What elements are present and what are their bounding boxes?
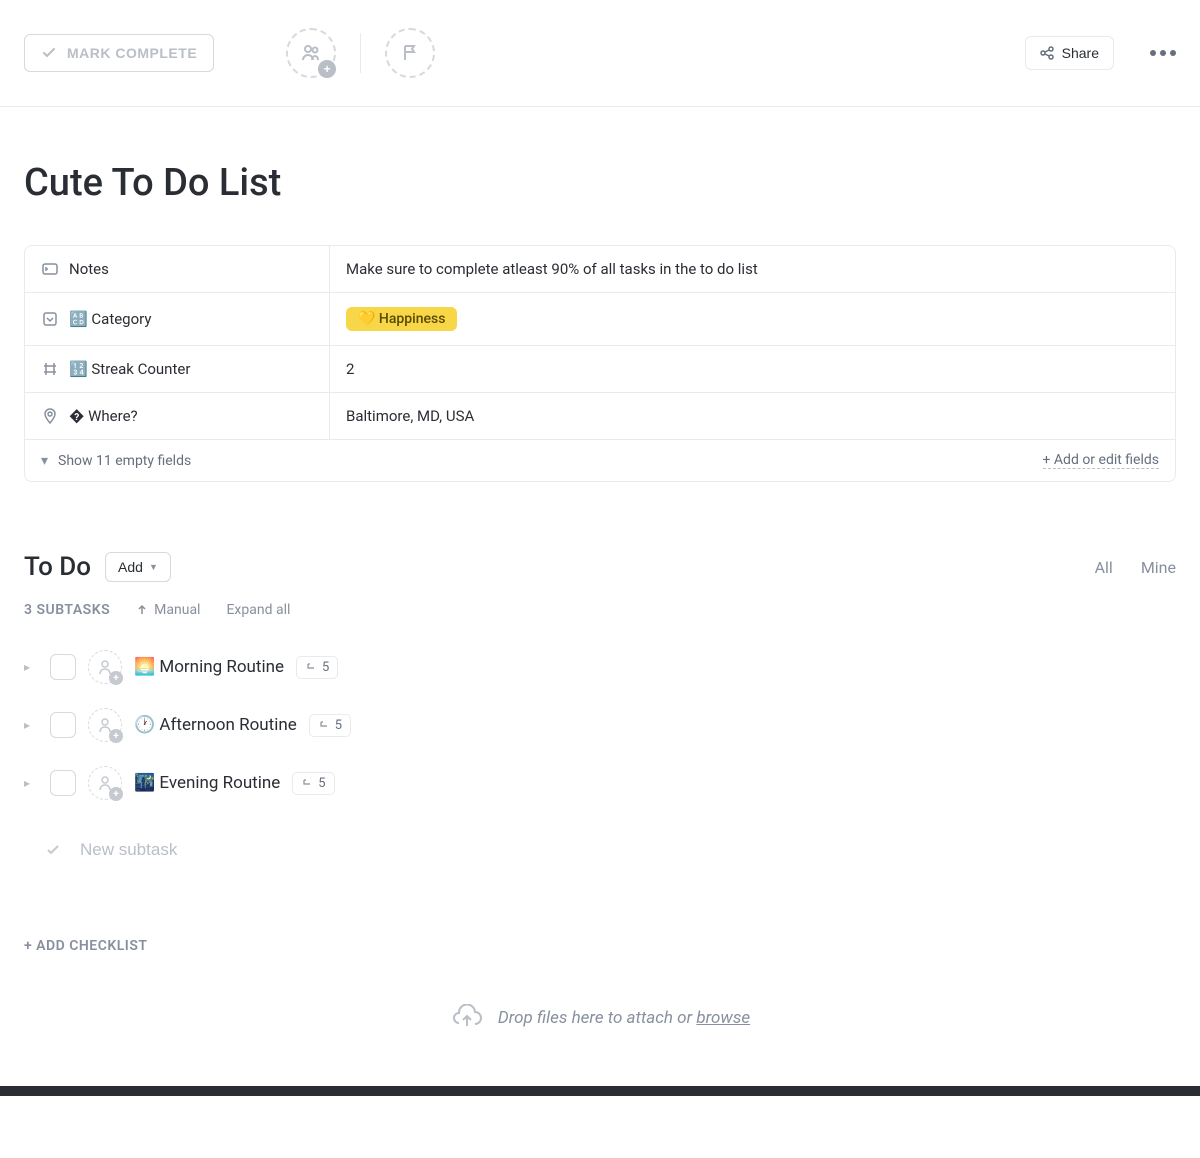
add-task-button[interactable]: Add ▼ <box>105 552 171 582</box>
filter-all-tab[interactable]: All <box>1095 558 1113 577</box>
assignee-button[interactable]: + <box>88 650 122 684</box>
task-title[interactable]: 🌅 Morning Routine <box>134 657 284 677</box>
sort-button[interactable]: Manual <box>136 602 200 618</box>
fields-table: Notes Make sure to complete atleast 90% … <box>24 245 1176 482</box>
field-value[interactable]: Make sure to complete atleast 90% of all… <box>330 246 1175 292</box>
browse-link[interactable]: browse <box>696 1008 750 1028</box>
task-title[interactable]: 🌃 Evening Routine <box>134 773 280 793</box>
location-field-icon <box>41 407 59 425</box>
expand-all-button[interactable]: Expand all <box>226 602 290 618</box>
field-row-notes: Notes Make sure to complete atleast 90% … <box>25 246 1175 293</box>
flag-icon <box>400 43 420 63</box>
flag-button[interactable] <box>385 28 435 78</box>
new-subtask-input[interactable] <box>80 840 1156 860</box>
field-name: 🔠 Category <box>69 310 151 328</box>
add-checklist-button[interactable]: + ADD CHECKLIST <box>24 938 1176 954</box>
count-value: 5 <box>318 776 325 791</box>
cloud-upload-icon <box>450 1004 484 1032</box>
share-label: Share <box>1062 45 1099 61</box>
plus-badge-icon: + <box>109 729 123 743</box>
expand-chevron-icon[interactable]: ▸ <box>24 660 38 674</box>
mark-complete-button[interactable]: MARK COMPLETE <box>24 34 214 72</box>
attachment-dropzone[interactable]: Drop files here to attach or browse <box>24 984 1176 1052</box>
field-value[interactable]: 💛 Happiness <box>330 293 1175 345</box>
expand-chevron-icon[interactable]: ▸ <box>24 718 38 732</box>
count-value: 5 <box>322 660 329 675</box>
subtask-count-pill[interactable]: 5 <box>309 714 351 737</box>
caret-down-icon: ▾ <box>41 453 48 469</box>
mark-complete-label: MARK COMPLETE <box>67 45 197 61</box>
count-value: 5 <box>335 718 342 733</box>
task-checkbox[interactable] <box>50 712 76 738</box>
section-header: To Do Add ▼ All Mine <box>24 552 1176 582</box>
number-field-icon <box>41 360 59 378</box>
category-tag: 💛 Happiness <box>346 307 457 331</box>
assignee-button[interactable]: + <box>88 766 122 800</box>
dropzone-text: Drop files here to attach or browse <box>498 1008 750 1028</box>
people-icon <box>299 41 323 65</box>
field-name: 🔢 Streak Counter <box>69 360 190 378</box>
add-edit-fields-button[interactable]: + Add or edit fields <box>1043 452 1160 469</box>
bottom-strip <box>0 1086 1200 1096</box>
share-button[interactable]: Share <box>1025 36 1114 70</box>
more-menu-button[interactable] <box>1150 50 1176 56</box>
field-label: 🔢 Streak Counter <box>25 346 330 392</box>
subtask-icon <box>301 777 313 789</box>
filter-tabs: All Mine <box>1095 558 1176 577</box>
field-label: Notes <box>25 246 330 292</box>
add-people-button[interactable]: + <box>286 28 336 78</box>
text-field-icon <box>41 260 59 278</box>
page-title[interactable]: Cute To Do List <box>24 161 1176 205</box>
task-row: ▸ + 🌃 Evening Routine 5 <box>24 754 1176 812</box>
subtask-bar: 3 SUBTASKS Manual Expand all <box>24 602 1176 618</box>
task-row: ▸ + 🕐 Afternoon Routine 5 <box>24 696 1176 754</box>
field-value[interactable]: Baltimore, MD, USA <box>330 393 1175 439</box>
subtask-count-pill[interactable]: 5 <box>292 772 334 795</box>
field-value[interactable]: 2 <box>330 346 1175 392</box>
divider <box>360 33 361 73</box>
show-empty-fields-button[interactable]: Show 11 empty fields <box>58 453 191 469</box>
plus-badge-icon: + <box>318 60 336 78</box>
add-label: Add <box>118 559 143 575</box>
assignee-button[interactable]: + <box>88 708 122 742</box>
field-name: Notes <box>69 260 109 278</box>
plus-badge-icon: + <box>109 671 123 685</box>
task-title[interactable]: 🕐 Afternoon Routine <box>134 715 297 735</box>
subtask-icon <box>318 719 330 731</box>
sort-label: Manual <box>154 602 200 618</box>
fields-footer: ▾ Show 11 empty fields + Add or edit fie… <box>25 440 1175 481</box>
field-label: � Where? <box>25 393 330 439</box>
section-title: To Do <box>24 552 91 582</box>
field-label: 🔠 Category <box>25 293 330 345</box>
expand-chevron-icon[interactable]: ▸ <box>24 776 38 790</box>
new-subtask-row[interactable] <box>24 822 1176 878</box>
check-icon <box>41 45 57 61</box>
task-row: ▸ + 🌅 Morning Routine 5 <box>24 638 1176 696</box>
task-checkbox[interactable] <box>50 654 76 680</box>
subtask-icon <box>305 661 317 673</box>
arrow-up-icon <box>136 604 148 616</box>
dropdown-field-icon <box>41 310 59 328</box>
plus-badge-icon: + <box>109 787 123 801</box>
caret-down-icon: ▼ <box>149 562 158 572</box>
check-icon <box>44 841 62 859</box>
filter-mine-tab[interactable]: Mine <box>1141 558 1176 577</box>
field-row-category: 🔠 Category 💛 Happiness <box>25 293 1175 346</box>
task-checkbox[interactable] <box>50 770 76 796</box>
share-icon <box>1040 46 1054 60</box>
subtask-count: 3 SUBTASKS <box>24 602 110 618</box>
topbar: MARK COMPLETE + Share <box>0 0 1200 107</box>
subtask-count-pill[interactable]: 5 <box>296 656 338 679</box>
field-row-where: � Where? Baltimore, MD, USA <box>25 393 1175 440</box>
field-name: � Where? <box>69 407 138 425</box>
field-row-streak: 🔢 Streak Counter 2 <box>25 346 1175 393</box>
